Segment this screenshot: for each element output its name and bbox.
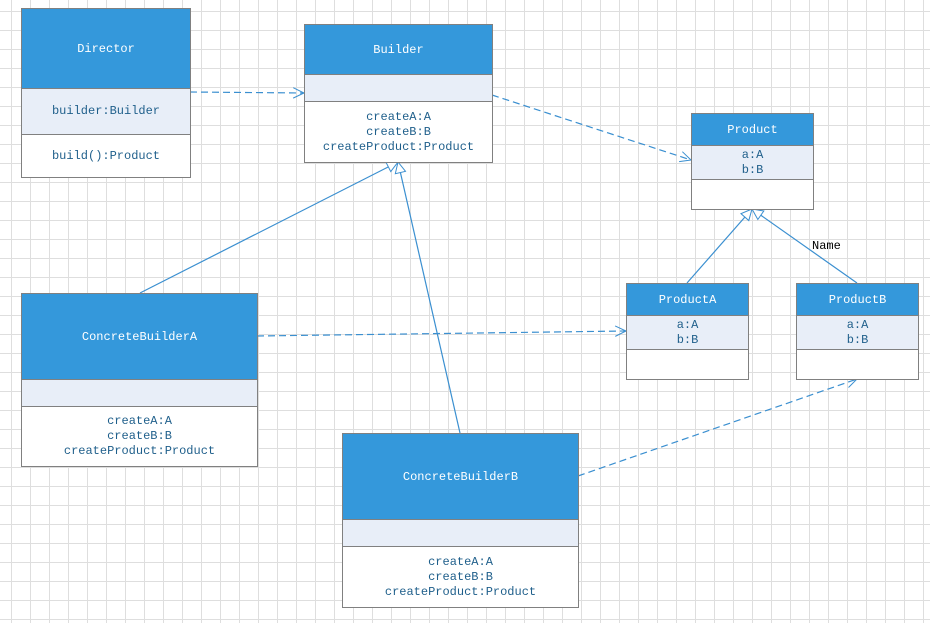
operation: build():Product xyxy=(51,148,161,163)
dependency-connector[interactable] xyxy=(256,325,628,337)
operation: createProduct:Product xyxy=(384,584,537,599)
class-builder[interactable]: Builder createA:A createB:B createProduct:P… xyxy=(304,24,493,163)
attribute: a:A xyxy=(741,147,764,162)
operation: createA:A xyxy=(366,109,431,124)
operation: createA:A xyxy=(428,554,493,569)
attribute: b:B xyxy=(846,332,869,347)
class-product[interactable]: Product a:A b:B xyxy=(691,113,814,210)
operations-compartment: createA:A createB:B createProduct:Product xyxy=(343,547,578,607)
class-concrete-builder-b[interactable]: ConcreteBuilderB createA:A createB:B create… xyxy=(342,433,579,608)
dependency-connector[interactable] xyxy=(189,87,306,99)
operations-compartment: build():Product xyxy=(22,135,190,177)
attributes-compartment xyxy=(343,520,578,547)
attribute: b:B xyxy=(676,332,699,347)
class-concrete-builder-a[interactable]: ConcreteBuilderA createA:A createB:B create… xyxy=(21,293,258,467)
class-product-a[interactable]: ProductA a:A b:B xyxy=(626,283,749,380)
dependency-connector[interactable] xyxy=(491,94,693,163)
operations-compartment: createA:A createB:B createProduct:Product xyxy=(305,102,492,162)
generalization-connector[interactable] xyxy=(686,208,753,284)
generalization-connector[interactable] xyxy=(394,160,461,434)
class-name: ProductA xyxy=(627,284,748,316)
operation: createB:B xyxy=(107,429,172,443)
attribute: a:A xyxy=(676,317,699,332)
class-name: ConcreteBuilderB xyxy=(343,434,578,520)
attribute: builder:Builder xyxy=(51,104,161,118)
attributes-compartment xyxy=(22,380,257,407)
operation: createB:B xyxy=(428,569,493,584)
attributes-compartment: a:A b:B xyxy=(692,146,813,180)
class-name: Director xyxy=(22,9,190,89)
operations-compartment xyxy=(692,180,813,209)
operations-compartment xyxy=(627,350,748,379)
attributes-compartment: builder:Builder xyxy=(22,89,190,135)
operation: createB:B xyxy=(366,124,431,139)
attribute: b:B xyxy=(741,162,764,177)
class-director[interactable]: Director builder:Builder build():Product xyxy=(21,8,191,178)
attribute: a:A xyxy=(846,317,869,332)
operation: createProduct:Product xyxy=(63,444,216,458)
class-name: ProductB xyxy=(797,284,918,316)
hollow-triangle-icon xyxy=(751,208,765,221)
operations-compartment xyxy=(797,350,918,379)
dependency-connector[interactable] xyxy=(577,377,859,477)
class-name: ConcreteBuilderA xyxy=(22,294,257,380)
attributes-compartment: a:A b:B xyxy=(627,316,748,350)
operations-compartment: createA:A createB:B createProduct:Product xyxy=(22,407,257,466)
class-product-b[interactable]: ProductB a:A b:B xyxy=(796,283,919,380)
attributes-compartment xyxy=(305,75,492,102)
attributes-compartment: a:A b:B xyxy=(797,316,918,350)
generalization-connector[interactable] xyxy=(751,208,858,284)
class-name: Product xyxy=(692,114,813,146)
operation: createProduct:Product xyxy=(322,139,475,154)
class-name: Builder xyxy=(305,25,492,75)
operation: createA:A xyxy=(107,414,172,428)
relation-label: Name xyxy=(812,239,841,253)
generalization-connector[interactable] xyxy=(139,161,400,294)
